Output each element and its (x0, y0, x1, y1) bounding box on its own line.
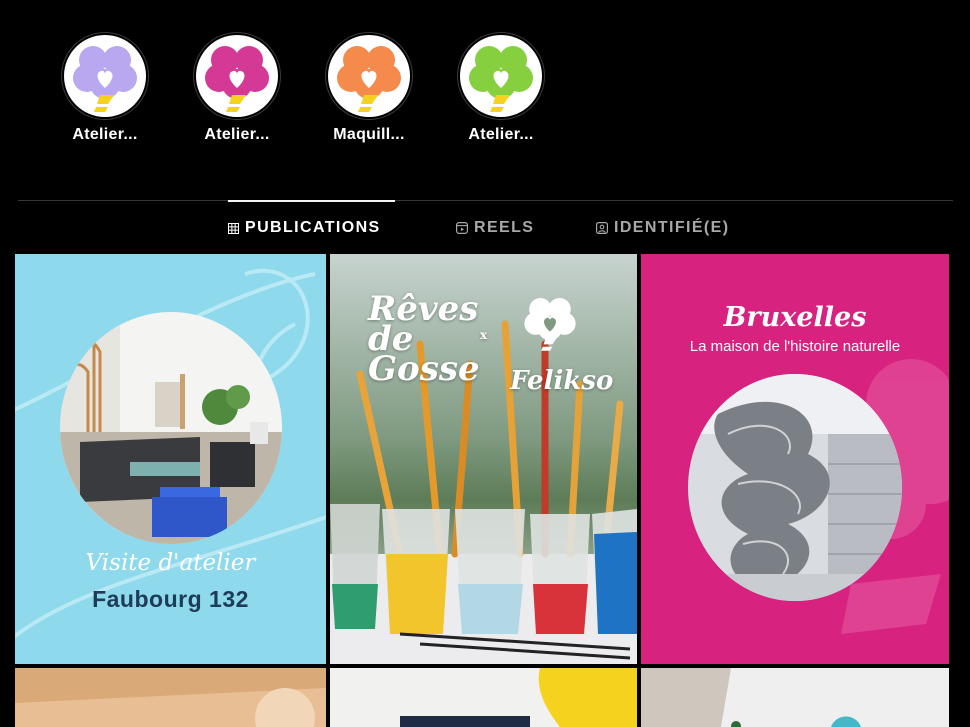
highlight-ring (325, 32, 413, 120)
highlight-cover (328, 35, 410, 117)
studio-photo (60, 312, 282, 544)
post-title: Visite d'atelier (85, 550, 256, 576)
active-tab-indicator (228, 200, 395, 202)
tab-label: REELS (474, 219, 535, 236)
highlight-cover (460, 35, 542, 117)
post-thumbnail (330, 668, 637, 727)
flower-logo-icon (73, 46, 137, 112)
reels-icon (456, 222, 468, 234)
brand-reves-de-gosse: Rêves de Gosse (368, 289, 480, 389)
highlight-ring (457, 32, 545, 120)
felikso-flower-icon (524, 298, 576, 351)
highlight-label: Atelier... (204, 126, 270, 143)
post-thumbnail (641, 668, 949, 727)
tagged-icon (596, 222, 608, 234)
collab-x: x (480, 328, 488, 342)
highlight-cover (196, 35, 278, 117)
highlight-cover (64, 35, 146, 117)
tab-label: IDENTIFIÉ(E) (614, 219, 730, 236)
flower-logo-icon (337, 46, 401, 112)
tab-reels[interactable]: REELS (456, 219, 534, 237)
highlight-ring (61, 32, 149, 120)
post-title: Bruxelles (723, 302, 867, 333)
tab-tagged[interactable]: IDENTIFIÉ(E) (596, 219, 729, 237)
post-subtitle: La maison de l'histoire naturelle (689, 338, 901, 355)
highlight-label: Maquill... (333, 126, 405, 143)
post-5[interactable] (330, 668, 637, 727)
post-6[interactable] (641, 668, 949, 727)
story-highlights: Atelier... Atelier... Maquill... Atelier… (0, 0, 970, 170)
flower-logo-icon (205, 46, 269, 112)
highlight-label: Atelier... (468, 126, 534, 143)
flower-logo-icon (469, 46, 533, 112)
post-4[interactable] (15, 668, 326, 727)
tabs-divider (18, 200, 953, 201)
post-thumbnail (15, 668, 326, 727)
tab-label: PUBLICATIONS (245, 219, 381, 236)
highlight-2[interactable]: Atelier... (191, 32, 283, 144)
post-3[interactable]: Bruxelles La maison de l'histoire nature… (641, 254, 949, 664)
highlight-ring (193, 32, 281, 120)
post-2[interactable]: Rêves de Gosse x Felikso (330, 254, 637, 664)
brand-felikso: Felikso (510, 366, 614, 396)
grid-icon (228, 222, 239, 234)
highlight-4[interactable]: Atelier... (455, 32, 547, 144)
tab-publications[interactable]: PUBLICATIONS (228, 219, 381, 237)
highlight-1[interactable]: Atelier... (59, 32, 151, 144)
post-1[interactable]: Visite d'atelier Faubourg 132 (15, 254, 326, 664)
museum-sculpture-photo (688, 374, 902, 601)
highlight-label: Atelier... (72, 126, 138, 143)
highlight-3[interactable]: Maquill... (323, 32, 415, 144)
post-subtitle: Faubourg 132 (92, 586, 249, 612)
